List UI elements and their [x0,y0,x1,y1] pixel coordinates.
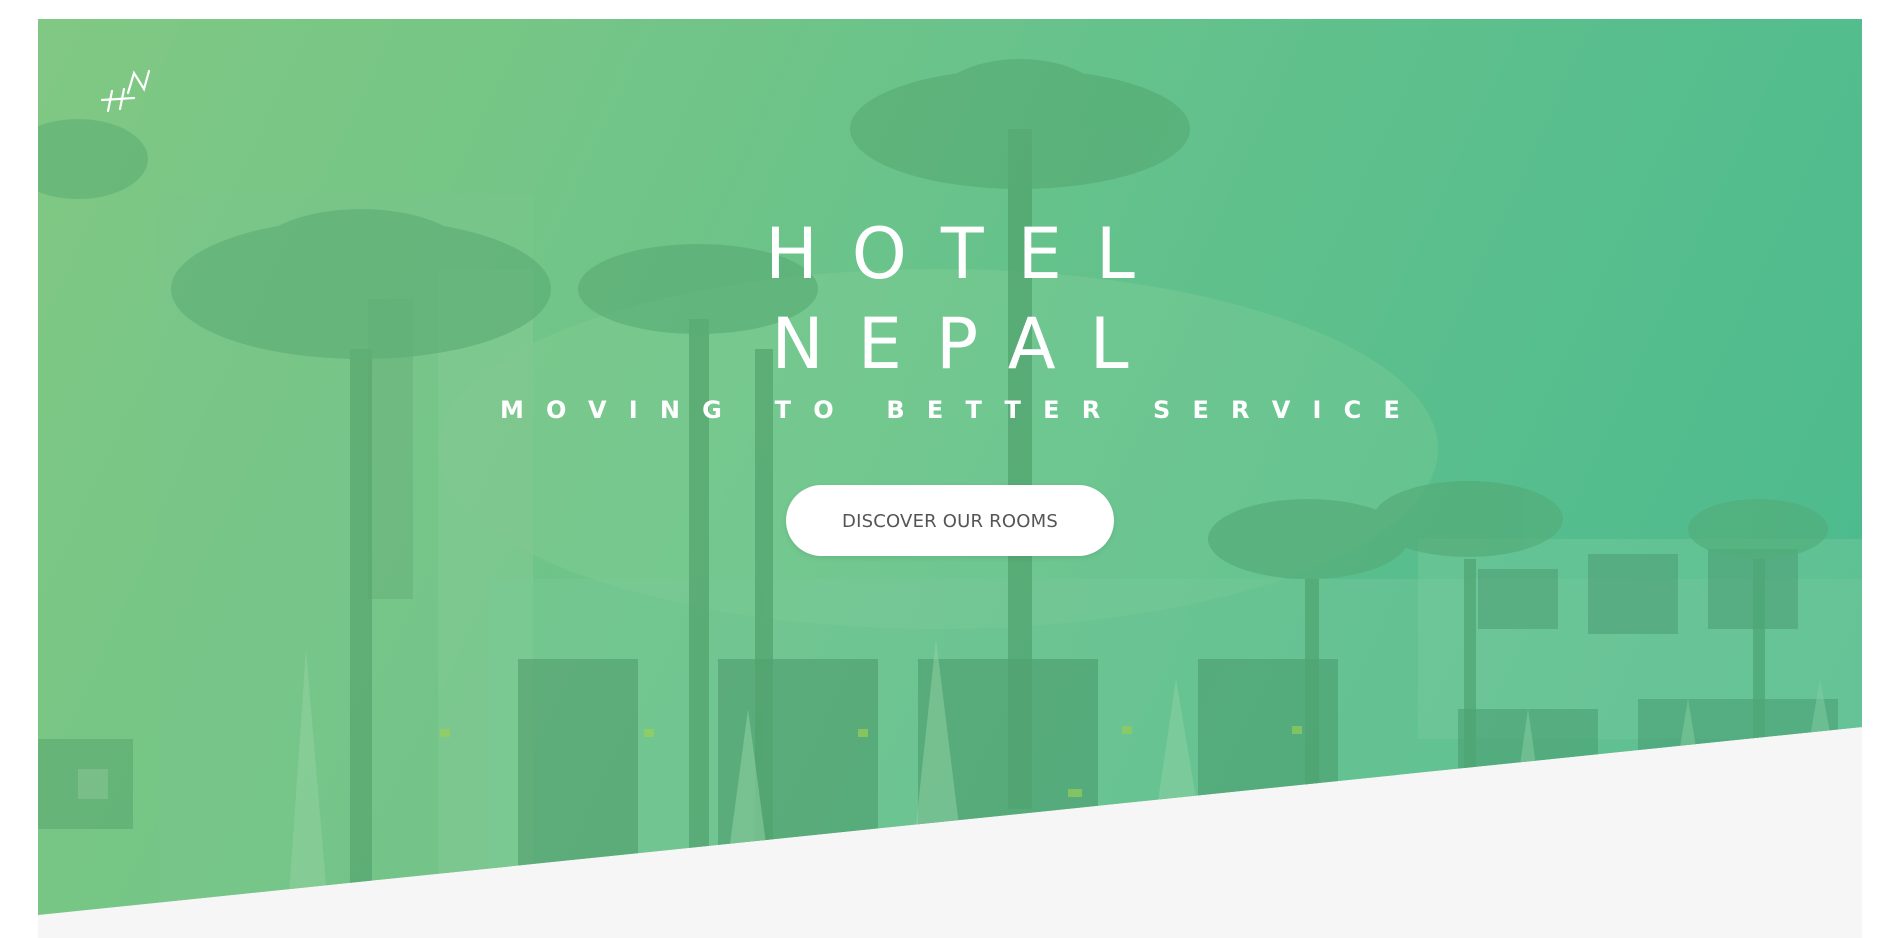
discover-rooms-button[interactable]: DISCOVER OUR ROOMS [786,485,1114,556]
page: HOTEL NEPAL MOVING TO BETTER SERVICE DIS… [0,0,1895,938]
hero-section: HOTEL NEPAL MOVING TO BETTER SERVICE DIS… [38,19,1862,938]
resort-palms-illustration [38,59,1862,915]
hero-title-line-2: NEPAL [771,303,1163,385]
hotel-nepal-monogram-icon[interactable] [98,67,156,117]
hero-title-line-1: HOTEL [765,213,1169,295]
hero-subtitle: MOVING TO BETTER SERVICE [499,396,1423,424]
hero-title-block: HOTEL NEPAL MOVING TO BETTER SERVICE [38,209,1862,427]
hero-background-image [38,19,1862,915]
